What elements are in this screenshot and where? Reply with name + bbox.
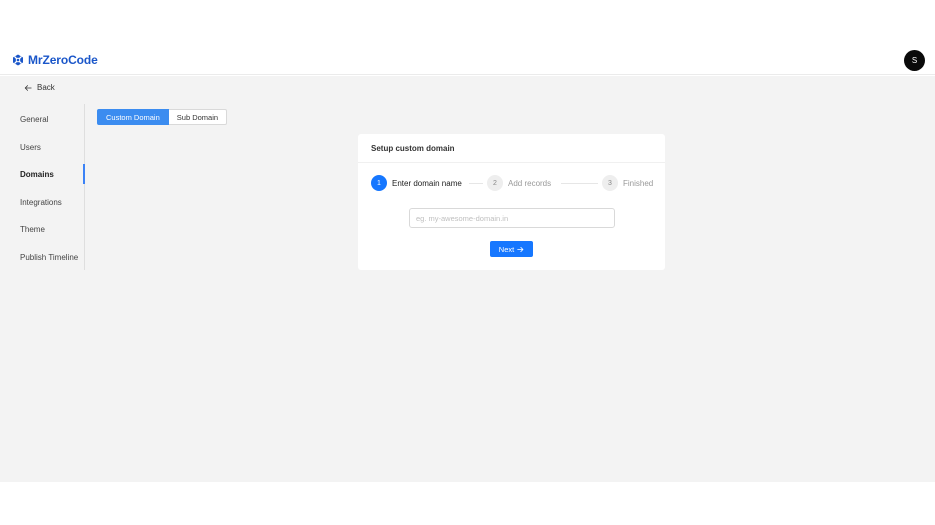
tab-custom-domain[interactable]: Custom Domain	[97, 109, 169, 125]
arrow-right-icon	[517, 246, 524, 252]
top-bar: MrZeroCode S	[0, 0, 935, 75]
logo-icon	[13, 54, 23, 66]
page-footer-band	[0, 482, 935, 525]
settings-sidebar	[0, 104, 85, 270]
back-link[interactable]: Back	[24, 83, 55, 92]
step-number: 3	[602, 175, 618, 191]
step-connector	[469, 183, 483, 184]
sidebar-item-theme[interactable]: Theme	[20, 225, 45, 234]
step-title: Finished	[623, 178, 654, 188]
sidebar-item-users[interactable]: Users	[20, 143, 41, 152]
next-button[interactable]: Next	[490, 241, 533, 257]
arrow-left-icon	[24, 84, 32, 91]
back-label: Back	[37, 83, 55, 92]
step-title: Add records	[508, 178, 552, 188]
step-number: 2	[487, 175, 503, 191]
domain-input[interactable]	[409, 208, 615, 228]
tab-sub-domain[interactable]: Sub Domain	[168, 109, 228, 125]
sidebar-item-domains[interactable]: Domains	[20, 170, 54, 179]
brand[interactable]: MrZeroCode	[12, 53, 98, 67]
setup-domain-card: Setup custom domain 1 Enter domain name …	[358, 134, 665, 270]
brand-name: MrZeroCode	[28, 53, 98, 67]
sidebar-item-publish-timeline[interactable]: Publish Timeline	[20, 253, 78, 262]
next-label: Next	[498, 244, 515, 254]
avatar[interactable]: S	[904, 50, 925, 71]
step-2: 2 Add records	[487, 175, 551, 191]
step-connector	[561, 183, 598, 184]
step-1: 1 Enter domain name	[371, 175, 462, 191]
step-title: Enter domain name	[392, 178, 462, 188]
step-3: 3 Finished	[602, 175, 653, 191]
sidebar-item-integrations[interactable]: Integrations	[20, 198, 62, 207]
sidebar-active-indicator	[83, 164, 85, 184]
card-title: Setup custom domain	[358, 134, 665, 163]
sidebar-item-general[interactable]: General	[20, 115, 48, 124]
domain-type-tabs: Custom Domain Sub Domain	[97, 109, 228, 125]
step-number: 1	[371, 175, 387, 191]
steps: 1 Enter domain name 2 Add records 3 Fini…	[371, 175, 656, 191]
